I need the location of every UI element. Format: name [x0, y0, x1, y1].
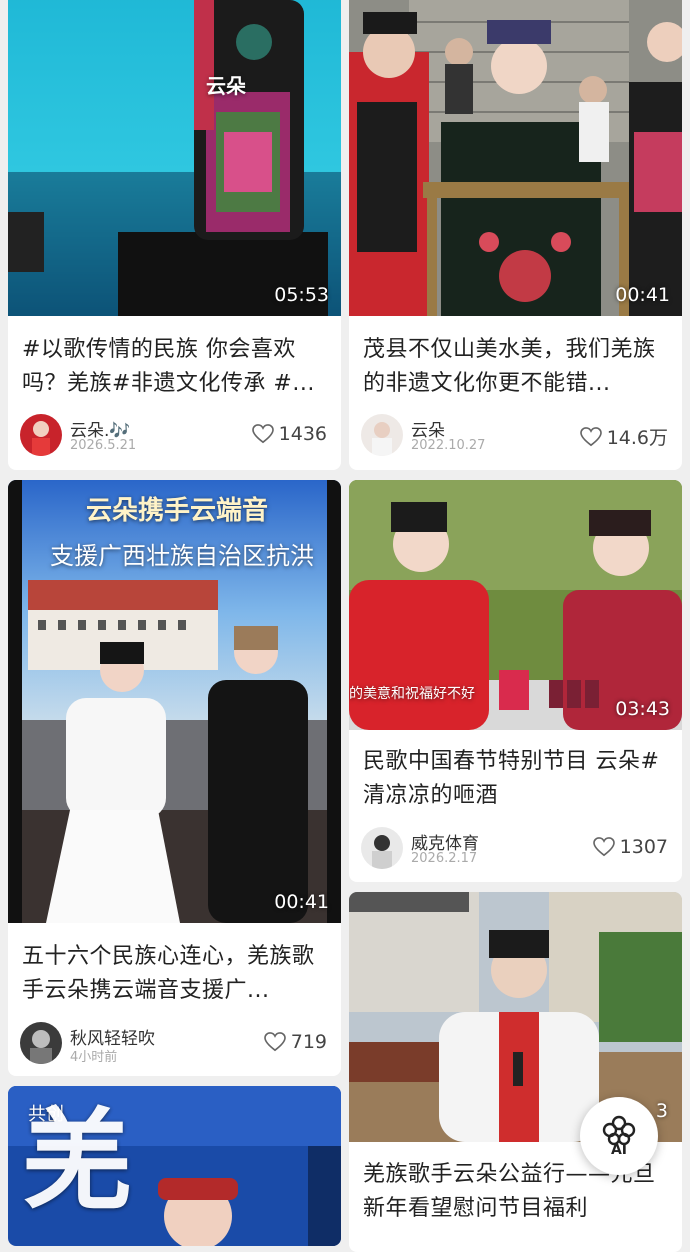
video-duration: 00:41 — [615, 284, 670, 306]
avatar[interactable] — [361, 827, 403, 869]
heart-icon — [251, 424, 274, 444]
like-button[interactable]: 719 — [263, 1031, 327, 1053]
post-time: 4小时前 — [70, 1050, 118, 1065]
avatar[interactable] — [20, 1022, 62, 1064]
heart-icon — [263, 1032, 286, 1052]
video-duration: 03:43 — [615, 698, 670, 720]
video-card[interactable]: 00:41 茂县不仅山美水美，我们羌族的非遗文化你更不能错... 云朵 2022… — [349, 0, 682, 470]
avatar[interactable] — [20, 414, 62, 456]
video-overlay-char: 羌 — [22, 1097, 132, 1225]
video-thumbnail[interactable]: 00:41 — [349, 0, 682, 316]
video-card[interactable]: 的美意和祝福好不好 03:43 民歌中国春节特别节目 云朵#清凉凉的咂酒 威克体… — [349, 480, 682, 882]
video-thumbnail[interactable]: 的美意和祝福好不好 03:43 — [349, 480, 682, 730]
heart-icon — [592, 837, 615, 857]
like-button[interactable]: 1307 — [592, 836, 668, 858]
video-overlay-text: 云朵 — [206, 74, 246, 98]
video-title[interactable]: #以歌传情的民族 你会喜欢吗？羌族#非遗文化传承 #... — [22, 333, 327, 401]
thumbnail-image — [349, 0, 682, 316]
heart-icon — [579, 426, 602, 446]
ai-assistant-button[interactable]: AI — [580, 1097, 658, 1175]
post-time: 2026.2.17 — [411, 851, 478, 866]
like-button[interactable]: 1436 — [251, 423, 327, 445]
author-row[interactable]: 云朵.🎶 2026.5.21 1436 — [20, 414, 327, 458]
author-row[interactable]: 秋风轻轻吹 4小时前 719 — [20, 1022, 327, 1066]
video-card[interactable]: 云朵 05:53 #以歌传情的民族 你会喜欢吗？羌族#非遗文化传承 #... 云… — [8, 0, 341, 470]
video-thumbnail[interactable]: 云朵携手云端音 支援广西壮族自治区抗洪 00:41 — [8, 480, 341, 923]
video-overlay-title: 云朵携手云端音 — [86, 496, 269, 526]
ai-label: AI — [610, 1142, 628, 1158]
like-count: 14.6万 — [606, 427, 668, 449]
like-count: 719 — [290, 1031, 327, 1053]
avatar[interactable] — [361, 414, 403, 456]
video-overlay-subtitle: 支援广西壮族自治区抗洪 — [50, 542, 314, 570]
author-row[interactable]: 威克体育 2026.2.17 1307 — [361, 827, 668, 871]
video-card[interactable]: 共创 羌 — [8, 1086, 341, 1246]
video-thumbnail[interactable]: 共创 羌 — [8, 1086, 341, 1246]
like-button[interactable]: 14.6万 — [579, 423, 668, 450]
video-title[interactable]: 民歌中国春节特别节目 云朵#清凉凉的咂酒 — [363, 745, 668, 813]
video-caption: 的美意和祝福好不好 — [349, 686, 475, 702]
video-thumbnail[interactable]: 云朵 05:53 — [8, 0, 341, 316]
video-card[interactable]: 3 羌族歌手云朵公益行——元旦新年看望慰问节目福利 — [349, 892, 682, 1252]
like-count: 1436 — [278, 423, 327, 445]
video-title[interactable]: 茂县不仅山美水美，我们羌族的非遗文化你更不能错... — [363, 333, 668, 401]
author-row[interactable]: 云朵 2022.10.27 14.6万 — [361, 414, 668, 458]
video-duration: 00:41 — [274, 891, 329, 913]
post-time: 2026.5.21 — [70, 438, 137, 453]
video-title[interactable]: 五十六个民族心连心，羌族歌手云朵携云端音支援广... — [22, 940, 327, 1008]
video-card[interactable]: 云朵携手云端音 支援广西壮族自治区抗洪 00:41 五十六个民族心连心，羌族歌手… — [8, 480, 341, 1076]
like-count: 1307 — [619, 836, 668, 858]
video-duration: 3 — [655, 1100, 668, 1122]
video-duration: 05:53 — [274, 284, 329, 306]
thumbnail-image — [8, 0, 341, 316]
post-time: 2022.10.27 — [411, 438, 486, 453]
